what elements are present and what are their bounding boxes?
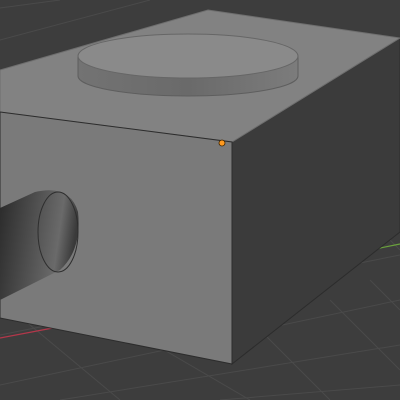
cylinder-top[interactable]: [77, 33, 299, 97]
viewport-scene[interactable]: [0, 0, 400, 400]
3d-viewport[interactable]: [0, 0, 400, 400]
object-origin-point[interactable]: [218, 139, 226, 147]
cylinder-top-cap: [77, 33, 299, 79]
